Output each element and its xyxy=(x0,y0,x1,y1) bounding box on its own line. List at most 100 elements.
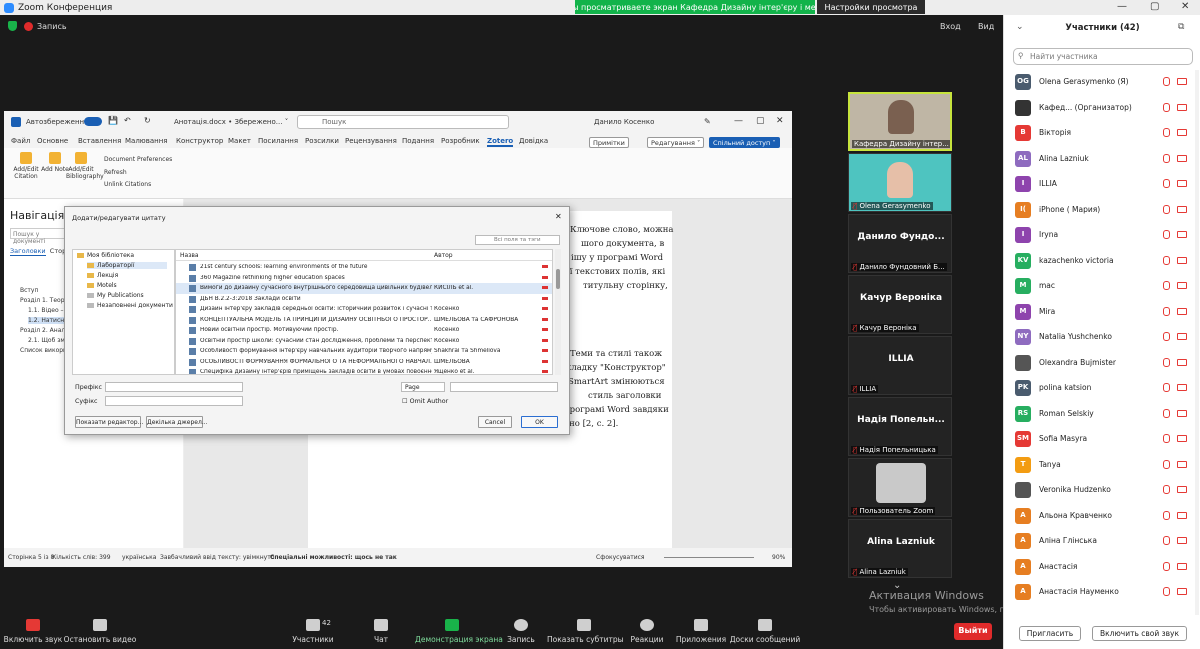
participant-row[interactable]: I Iryna xyxy=(1004,222,1194,247)
zoom-slider[interactable] xyxy=(664,557,754,558)
scroll-thumb[interactable] xyxy=(556,269,560,289)
status-zoom[interactable]: 90% xyxy=(772,554,785,561)
citation-row[interactable]: 360 Magazine rethinking higher education… xyxy=(176,273,552,284)
dialog-search-input[interactable]: Всі поля та тэги xyxy=(475,235,560,245)
pen-icon[interactable]: ✎ xyxy=(704,117,711,126)
word-minimize-icon[interactable]: — xyxy=(734,116,743,126)
chat-button[interactable]: Чат xyxy=(344,619,418,644)
document-preferences-button[interactable]: Document Preferences xyxy=(104,156,172,163)
video-thumb[interactable]: Alina Lazniuk 🎙̸ Alina Lazniuk xyxy=(848,519,952,578)
cancel-button[interactable]: Cancel xyxy=(478,416,512,428)
participant-row[interactable]: I ILLIA xyxy=(1004,171,1194,196)
tab-developer[interactable]: Розробник xyxy=(441,137,480,145)
nav-search-input[interactable]: Пошук у документі xyxy=(10,228,70,245)
word-close-icon[interactable]: ✕ xyxy=(776,116,784,126)
word-user-name[interactable]: Данило Косенко xyxy=(594,118,654,126)
redo-icon[interactable]: ↻ xyxy=(144,116,151,125)
apps-button[interactable]: Приложения xyxy=(664,619,738,644)
participant-row[interactable]: M Mira xyxy=(1004,299,1194,324)
nav-item[interactable]: Список викорис xyxy=(20,347,70,354)
participant-row[interactable]: А Аліна Глінська xyxy=(1004,528,1194,553)
tab-draw[interactable]: Малювання xyxy=(125,137,167,145)
status-focus[interactable]: Сфокусуватися xyxy=(596,554,645,561)
enter-button[interactable]: Вход xyxy=(940,22,961,31)
stop-video-button[interactable]: Остановить видео xyxy=(63,619,137,644)
close-icon[interactable]: ✕ xyxy=(1181,1,1189,12)
participant-row[interactable]: Olexandra Bujmister xyxy=(1004,350,1194,375)
view-button[interactable]: Вид xyxy=(978,22,994,31)
popout-icon[interactable]: ⧉ xyxy=(1178,22,1184,32)
participant-row[interactable]: RS Roman Selskiy xyxy=(1004,401,1194,426)
nav-item-selected[interactable]: 1.2. Натисніть xyxy=(28,317,68,324)
status-words[interactable]: Кількість слів: 399 xyxy=(52,554,111,561)
participant-row[interactable]: Mmac xyxy=(1004,273,1194,298)
minimize-icon[interactable]: — xyxy=(1117,1,1127,12)
refresh-button[interactable]: Refresh xyxy=(104,169,127,176)
status-accessibility[interactable]: Спеціальні можливості: щось не так xyxy=(270,554,397,561)
ok-button[interactable]: OK xyxy=(521,416,558,428)
citation-row[interactable]: Специфіка дизайну інтер'єрів приміщень з… xyxy=(176,367,552,374)
tree-item[interactable]: Motels xyxy=(87,282,117,289)
locator-input[interactable] xyxy=(450,382,558,392)
participant-row[interactable]: В Вікторія xyxy=(1004,120,1194,145)
participant-search-input[interactable]: ⚲ Найти участника xyxy=(1013,48,1193,65)
citation-row[interactable]: ДБН В.2.2-3:2018 Заклади освіти xyxy=(176,294,552,305)
share-button[interactable]: Спільний доступ ˅ xyxy=(709,137,780,148)
video-thumb[interactable]: 🎙̸ Пользователь Zoom xyxy=(848,458,952,517)
participant-row[interactable]: OG Olena Gerasymenko (Я) xyxy=(1004,69,1194,94)
security-shield-icon[interactable] xyxy=(8,21,17,31)
autosave-toggle[interactable] xyxy=(84,117,102,126)
chevron-down-icon[interactable]: ⌄ xyxy=(1016,22,1024,32)
participant-scrollbar[interactable] xyxy=(1195,70,1199,615)
suffix-input[interactable] xyxy=(105,396,243,406)
tab-help[interactable]: Довідка xyxy=(519,137,548,145)
participant-row[interactable]: KV kazachenko victoria xyxy=(1004,248,1194,273)
prefix-input[interactable] xyxy=(105,382,243,392)
video-thumb[interactable]: ILLIA 🎙̸ ILLIA xyxy=(848,336,952,395)
tree-item[interactable]: Незаповнені документи xyxy=(87,302,173,309)
status-language[interactable]: українська xyxy=(122,554,156,561)
save-icon[interactable]: 💾 xyxy=(108,116,118,125)
tree-item[interactable]: Лекція xyxy=(87,272,118,279)
participant-row[interactable]: AL Alina Lazniuk xyxy=(1004,146,1194,171)
unmute-button[interactable]: Включить звук xyxy=(0,619,70,644)
locator-select[interactable]: Page xyxy=(401,382,445,392)
tab-home[interactable]: Основне xyxy=(37,137,68,145)
video-thumb-host[interactable]: Кафедра Дизайну інтер... xyxy=(848,92,952,151)
invite-button[interactable]: Пригласить xyxy=(1019,626,1081,641)
participant-row[interactable]: NY Natalia Yushchenko xyxy=(1004,324,1194,349)
participant-row[interactable]: Veronika Hudzenko xyxy=(1004,477,1194,502)
column-author[interactable]: Автор xyxy=(434,252,453,259)
citation-row[interactable]: КОНЦЕПТУАЛЬНА МОДЕЛЬ ТА ПРИНЦИПИ ДИЗАЙНУ… xyxy=(176,315,552,326)
video-thumb-olena[interactable]: 🎙̸ Olena Gerasymenko xyxy=(848,153,952,212)
nav-item[interactable]: Розділ 2. Аналіз xyxy=(20,327,70,334)
view-options-button[interactable]: Настройки просмотра xyxy=(817,0,925,14)
tab-insert[interactable]: Вставлення xyxy=(78,137,121,145)
participant-row[interactable]: А Анастасія xyxy=(1004,554,1194,579)
maximize-icon[interactable]: ▢ xyxy=(1150,1,1159,12)
participant-row[interactable]: А Альона Кравченко xyxy=(1004,503,1194,528)
omit-author-checkbox[interactable]: ☐ Omit Author xyxy=(402,398,448,405)
tab-view[interactable]: Подання xyxy=(402,137,434,145)
unlink-citations-button[interactable]: Unlink Citations xyxy=(104,181,151,188)
add-bibliography-button[interactable]: Add/Edit Bibliography xyxy=(66,152,104,180)
dialog-close-icon[interactable]: ✕ xyxy=(555,212,562,221)
undo-icon[interactable]: ↶ xyxy=(124,116,131,125)
participant-row[interactable]: T Tanya xyxy=(1004,452,1194,477)
comments-button[interactable]: Примітки xyxy=(589,137,629,148)
tree-item-library[interactable]: Моя бібліотека xyxy=(77,252,134,259)
participant-row[interactable]: SM Sofia Masyra xyxy=(1004,426,1194,451)
leave-button[interactable]: Выйти xyxy=(954,623,992,640)
tab-zotero[interactable]: Zotero xyxy=(487,137,514,147)
tab-file[interactable]: Файл xyxy=(11,137,30,145)
video-thumb[interactable]: Данило Фундо... 🎙̸ Данило Фундовний Б... xyxy=(848,214,952,273)
whiteboards-button[interactable]: Доски сообщений xyxy=(728,619,802,644)
participants-button[interactable]: Участники xyxy=(276,619,350,644)
tab-design[interactable]: Конструктор xyxy=(176,137,223,145)
document-name[interactable]: Анотація.docx • Збережено... ˅ xyxy=(174,118,288,126)
citation-row[interactable]: 21st century schools: learning environme… xyxy=(176,262,552,273)
citation-row[interactable]: Новий освітній простір. Мотивуючий прост… xyxy=(176,325,552,336)
tree-item[interactable]: My Publications xyxy=(87,292,144,299)
status-page[interactable]: Сторінка 5 із 8 xyxy=(8,554,54,561)
nav-item[interactable]: 2.1. Щоб змі xyxy=(28,337,67,344)
